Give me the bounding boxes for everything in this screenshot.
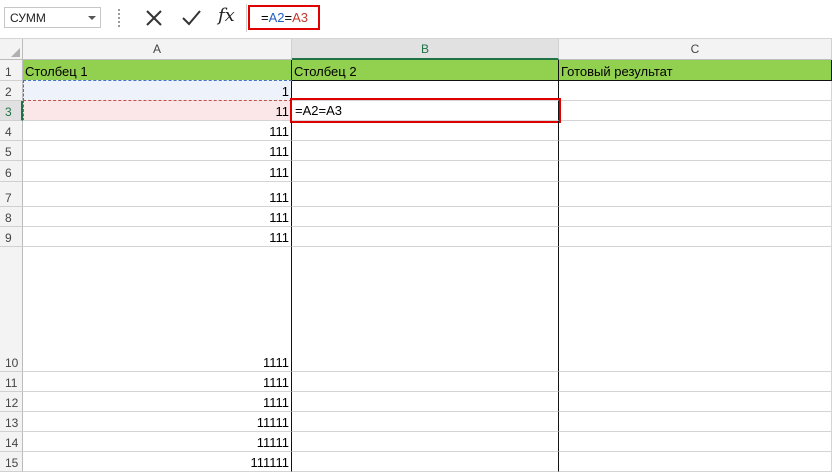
cell-b12[interactable] (292, 392, 559, 412)
cell-a12[interactable]: 1111 (23, 392, 292, 412)
row-header[interactable]: 14 (0, 432, 23, 452)
cell-b4[interactable] (292, 121, 559, 141)
select-all-button[interactable] (0, 39, 23, 60)
cell-c2[interactable] (559, 81, 832, 101)
cell-c11[interactable] (559, 372, 832, 392)
formula-input[interactable]: =A2=A3 (248, 5, 320, 30)
cell-b6[interactable] (292, 161, 559, 182)
row-header[interactable]: 7 (0, 182, 23, 207)
row-header[interactable]: 5 (0, 141, 23, 161)
row-header[interactable]: 9 (0, 227, 23, 247)
row-header[interactable]: 12 (0, 392, 23, 412)
cell-c7[interactable] (559, 182, 832, 207)
cell-a13[interactable]: 11111 (23, 412, 292, 432)
formula-ref-a3: A3 (292, 10, 308, 25)
insert-function-button[interactable]: fx (218, 5, 235, 26)
cell-b8[interactable] (292, 207, 559, 227)
formula-text: =A2=A3 (261, 10, 308, 25)
cell-a10[interactable]: 1111 (23, 247, 292, 372)
name-box[interactable]: СУММ (4, 7, 101, 28)
cell-c5[interactable] (559, 141, 832, 161)
cell-c14[interactable] (559, 432, 832, 452)
cell-c6[interactable] (559, 161, 832, 182)
cell-a7[interactable]: 111 (23, 182, 292, 207)
row-header[interactable]: 6 (0, 161, 23, 182)
formula-eq: = (261, 10, 269, 25)
cancel-button[interactable] (141, 5, 167, 31)
row-header[interactable]: 2 (0, 81, 23, 101)
cell-b9[interactable] (292, 227, 559, 247)
checkmark-icon (182, 10, 201, 26)
active-cell-b3[interactable]: =A2=A3 (290, 98, 561, 123)
cell-b10[interactable] (292, 247, 559, 372)
cell-b14[interactable] (292, 432, 559, 452)
cell-c3[interactable] (559, 101, 832, 121)
row-header[interactable]: 10 (0, 247, 23, 372)
cell-c15[interactable] (559, 452, 832, 472)
enter-button[interactable] (178, 5, 204, 31)
chevron-down-icon[interactable] (83, 8, 100, 27)
active-cell-formula: =A2=A3 (295, 103, 342, 118)
cell-a9[interactable]: 111 (23, 227, 292, 247)
name-box-value: СУММ (10, 11, 46, 25)
formula-bar: СУММ fx =A2=A3 (0, 0, 832, 39)
row-header[interactable]: 11 (0, 372, 23, 392)
grip-handle[interactable] (118, 9, 120, 27)
cell-a8[interactable]: 111 (23, 207, 292, 227)
row-header[interactable]: 4 (0, 121, 23, 141)
cell-c13[interactable] (559, 412, 832, 432)
column-header-a[interactable]: A (23, 39, 292, 60)
cell-c1[interactable]: Готовый результат (559, 60, 832, 81)
cell-a6[interactable]: 111 (23, 161, 292, 182)
cell-b11[interactable] (292, 372, 559, 392)
close-icon (146, 10, 162, 26)
cell-a4[interactable]: 111 (23, 121, 292, 141)
divider (246, 4, 247, 32)
cell-c12[interactable] (559, 392, 832, 412)
formula-eq-2: = (284, 10, 293, 25)
cell-c9[interactable] (559, 227, 832, 247)
cell-a11[interactable]: 1111 (23, 372, 292, 392)
column-header-b[interactable]: B (292, 39, 559, 60)
cell-b13[interactable] (292, 412, 559, 432)
cell-b15[interactable] (292, 452, 559, 472)
cell-c10[interactable] (559, 247, 832, 372)
formula-ref-a2: A2 (268, 10, 285, 25)
cell-b5[interactable] (292, 141, 559, 161)
cell-a5[interactable]: 111 (23, 141, 292, 161)
row-header[interactable]: 8 (0, 207, 23, 227)
cell-b1[interactable]: Столбец 2 (292, 60, 559, 81)
row-header[interactable]: 13 (0, 412, 23, 432)
row-header[interactable]: 1 (0, 60, 23, 81)
row-header[interactable]: 3 (0, 101, 23, 121)
cell-c4[interactable] (559, 121, 832, 141)
cell-a1[interactable]: Столбец 1 (23, 60, 292, 81)
cell-a3[interactable]: 11 (23, 101, 292, 121)
cell-c8[interactable] (559, 207, 832, 227)
column-header-c[interactable]: C (559, 39, 832, 60)
cell-b7[interactable] (292, 182, 559, 207)
cell-a2[interactable]: 1 (23, 81, 292, 101)
cell-a15[interactable]: 111111 (23, 452, 292, 472)
row-header[interactable]: 15 (0, 452, 23, 472)
cell-a14[interactable]: 11111 (23, 432, 292, 452)
